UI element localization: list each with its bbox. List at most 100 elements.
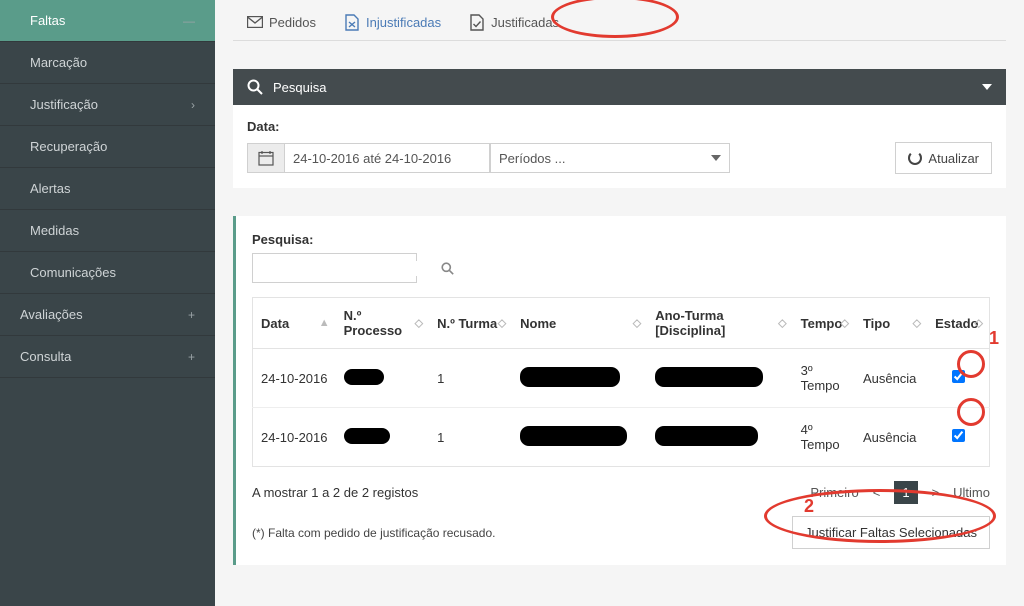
cell-anoturma	[647, 349, 792, 408]
cell-anoturma	[647, 408, 792, 467]
cell-data: 24-10-2016	[253, 408, 336, 467]
tab-justificadas[interactable]: Justificadas	[455, 4, 573, 40]
tab-label: Pedidos	[269, 15, 316, 30]
update-label: Atualizar	[928, 151, 979, 166]
sort-icon: ◇	[415, 317, 423, 330]
sort-icon: ◇	[975, 317, 983, 330]
cell-nprocesso	[336, 408, 429, 467]
sidebar-item-medidas[interactable]: Medidas	[0, 210, 215, 252]
sort-icon: ◇	[498, 317, 506, 330]
table-footer: A mostrar 1 a 2 de 2 registos Primeiro <…	[252, 481, 990, 504]
col-tempo[interactable]: Tempo◇	[793, 298, 855, 349]
col-nome[interactable]: Nome◇	[512, 298, 647, 349]
main-content: Pedidos Injustificadas Justificadas	[215, 0, 1024, 606]
date-input[interactable]	[285, 143, 490, 173]
cell-estado	[927, 408, 989, 467]
cell-estado	[927, 349, 989, 408]
row-checkbox[interactable]	[952, 429, 965, 442]
cell-tipo: Ausência	[855, 408, 927, 467]
calendar-icon	[258, 150, 274, 166]
chevron-right-icon: ›	[191, 98, 195, 112]
update-button[interactable]: Atualizar	[895, 142, 992, 174]
plus-icon: +	[188, 350, 195, 364]
sidebar-item-label: Comunicações	[30, 265, 116, 280]
cell-nturma: 1	[429, 349, 512, 408]
calendar-button[interactable]	[247, 143, 285, 173]
cell-nturma: 1	[429, 408, 512, 467]
col-nprocesso[interactable]: N.º Processo◇	[336, 298, 429, 349]
sidebar-item-justificacao[interactable]: Justificação ›	[0, 84, 215, 126]
annotation-number-1: 1	[989, 328, 999, 349]
pager: Primeiro < 1 > Ultimo	[810, 481, 990, 504]
sidebar-item-label: Medidas	[30, 223, 79, 238]
tab-injustificadas[interactable]: Injustificadas	[330, 4, 455, 40]
sort-icon: ◇	[778, 317, 786, 330]
results-search-input[interactable]	[253, 261, 441, 276]
col-anoturma[interactable]: Ano-Turma [Disciplina]◇	[647, 298, 792, 349]
pager-next[interactable]: >	[932, 485, 940, 500]
cell-tipo: Ausência	[855, 349, 927, 408]
cell-data: 24-10-2016	[253, 349, 336, 408]
tab-label: Injustificadas	[366, 15, 441, 30]
cell-nprocesso	[336, 349, 429, 408]
sort-asc-icon: ▲	[319, 317, 330, 329]
cell-nome	[512, 349, 647, 408]
col-nturma[interactable]: N.º Turma◇	[429, 298, 512, 349]
row-checkbox[interactable]	[952, 370, 965, 383]
periods-select[interactable]: Períodos ...	[490, 143, 730, 173]
results-table: Data▲ N.º Processo◇ N.º Turma◇ Nome◇ Ano…	[252, 297, 990, 467]
plus-icon: +	[188, 308, 195, 322]
search-icon	[441, 262, 454, 275]
search-panel-header[interactable]: Pesquisa	[233, 69, 1006, 105]
sidebar-item-label: Marcação	[30, 55, 87, 70]
file-check-icon	[469, 14, 485, 30]
pager-prev[interactable]: <	[873, 485, 881, 500]
col-data[interactable]: Data▲	[253, 298, 336, 349]
col-estado[interactable]: Estado◇	[927, 298, 989, 349]
sidebar-item-avaliacoes[interactable]: Avaliações +	[0, 294, 215, 336]
sidebar-item-label: Recuperação	[30, 139, 107, 154]
sidebar-item-alertas[interactable]: Alertas	[0, 168, 215, 210]
tab-pedidos[interactable]: Pedidos	[233, 4, 330, 40]
caret-down-icon	[982, 84, 992, 90]
pager-first[interactable]: Primeiro	[810, 485, 858, 500]
mail-icon	[247, 14, 263, 30]
pager-current[interactable]: 1	[894, 481, 917, 504]
search-panel-title: Pesquisa	[273, 80, 326, 95]
cell-nome	[512, 408, 647, 467]
sidebar-item-label: Avaliações	[20, 307, 83, 322]
pager-last[interactable]: Ultimo	[953, 485, 990, 500]
spinner-icon	[908, 151, 922, 165]
sidebar-item-label: Consulta	[20, 349, 71, 364]
search-icon	[247, 79, 263, 95]
minus-icon: —	[183, 14, 195, 28]
sidebar-item-faltas[interactable]: Faltas —	[0, 0, 215, 42]
search-body: Data: Períodos ... Atualizar	[233, 105, 1006, 188]
footnote: (*) Falta com pedido de justificação rec…	[252, 526, 495, 540]
tabs-wrap: Pedidos Injustificadas Justificadas	[233, 0, 1006, 41]
cell-tempo: 3º Tempo	[793, 349, 855, 408]
data-label: Data:	[247, 119, 992, 134]
sidebar-item-marcacao[interactable]: Marcação	[0, 42, 215, 84]
table-row: 24-10-2016 1 3º Tempo Ausência	[253, 349, 990, 408]
justify-selected-button[interactable]: Justificar Faltas Selecionadas	[792, 516, 990, 549]
tabs: Pedidos Injustificadas Justificadas	[233, 0, 1006, 41]
sort-icon: ◇	[633, 317, 641, 330]
col-tipo[interactable]: Tipo◇	[855, 298, 927, 349]
sidebar-item-label: Faltas	[30, 13, 65, 28]
sidebar: Faltas — Marcação Justificação › Recuper…	[0, 0, 215, 606]
sidebar-item-recuperacao[interactable]: Recuperação	[0, 126, 215, 168]
results-search-label: Pesquisa:	[252, 232, 990, 247]
results-panel: Pesquisa: Data▲ N.º Processo◇ N.º Turma◇…	[233, 216, 1006, 565]
sort-icon: ◇	[913, 317, 921, 330]
sidebar-item-comunicacoes[interactable]: Comunicações	[0, 252, 215, 294]
table-row: 24-10-2016 1 4º Tempo Ausência	[253, 408, 990, 467]
sidebar-item-label: Alertas	[30, 181, 70, 196]
results-search-box	[252, 253, 417, 283]
app-layout: Faltas — Marcação Justificação › Recuper…	[0, 0, 1024, 606]
file-x-icon	[344, 14, 360, 30]
sidebar-item-label: Justificação	[30, 97, 98, 112]
search-panel: Pesquisa Data: Períodos ...	[233, 69, 1006, 188]
sidebar-item-consulta[interactable]: Consulta +	[0, 336, 215, 378]
tab-label: Justificadas	[491, 15, 559, 30]
